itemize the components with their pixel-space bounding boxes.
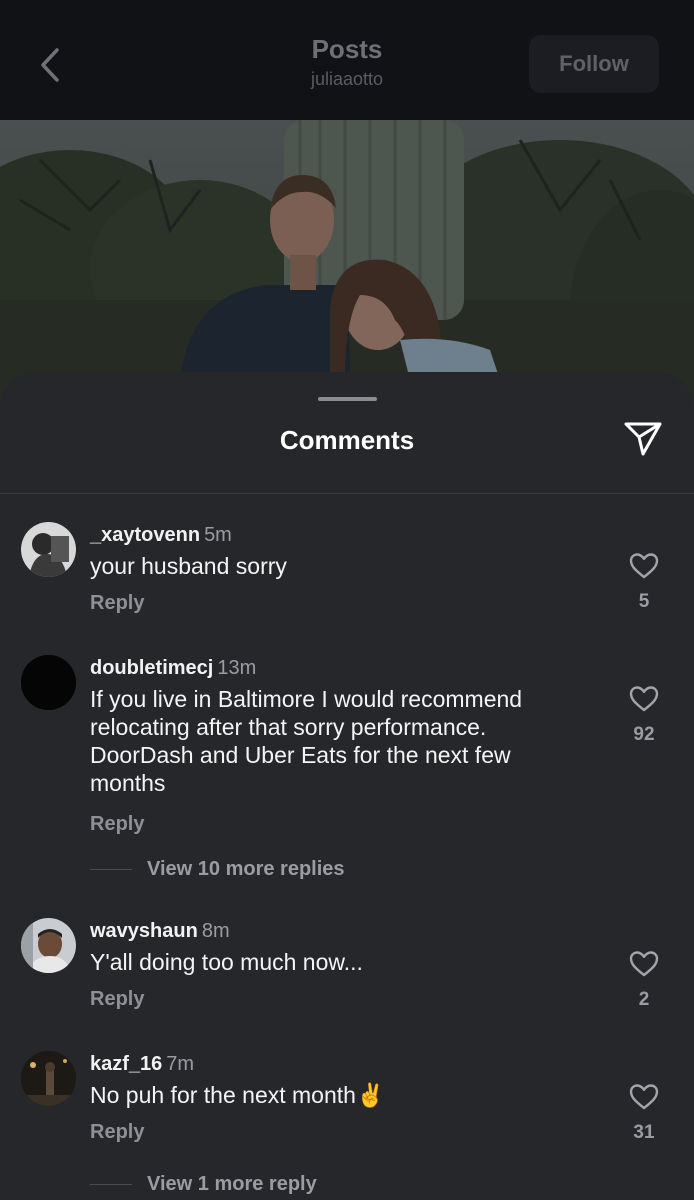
comment-header: _xaytovenn 5m — [90, 522, 590, 548]
like-count: 92 — [633, 724, 655, 745]
comment-time: 13m — [217, 657, 257, 679]
like-count: 2 — [638, 989, 650, 1010]
heart-outline-icon — [629, 553, 659, 579]
comment-text: your husband sorry — [90, 553, 287, 579]
avatar[interactable] — [21, 522, 76, 577]
sheet-drag-handle[interactable] — [318, 397, 377, 401]
comment-text: No puh for the next month✌️ — [90, 1082, 385, 1108]
comment-username[interactable]: _xaytovenn — [90, 524, 200, 546]
comment-header: kazf_16 7m — [90, 1051, 590, 1077]
avatar[interactable] — [21, 918, 76, 973]
comment-time: 7m — [166, 1053, 195, 1075]
comment-item: _xaytovenn 5m your husband sorry Reply 5 — [0, 522, 694, 632]
like-group: 31 — [624, 1083, 664, 1145]
view-more-replies-button[interactable]: View 10 more replies — [90, 855, 345, 883]
post-photo-image — [0, 120, 694, 410]
comment-time: 8m — [201, 920, 230, 942]
comments-title: Comments — [279, 425, 415, 455]
comment-time: 5m — [204, 524, 232, 546]
avatar[interactable] — [21, 655, 76, 710]
comment-username[interactable]: doubletimecj — [90, 657, 213, 679]
comment-item: kazf_16 7m No puh for the next month✌️ Re… — [0, 1051, 694, 1161]
comment-body: _xaytovenn 5m your husband sorry Reply — [90, 522, 590, 616]
avatar-image — [21, 655, 76, 710]
comment-body: wavyshaun 8m Y'all doing too much now... … — [90, 918, 590, 1012]
view-more-replies-label: View 10 more replies — [147, 857, 345, 880]
top-navigation-bar: Posts juliaaotto Follow — [0, 0, 694, 120]
like-button[interactable] — [624, 1083, 664, 1111]
post-comments-screen: Posts juliaaotto Follow Comments _xaytov… — [0, 0, 694, 1200]
like-count: 5 — [638, 591, 650, 612]
avatar-image — [21, 522, 76, 577]
reply-button[interactable]: Reply — [90, 986, 590, 1012]
reply-button[interactable]: Reply — [90, 1119, 590, 1145]
comment-body: doubletimecj 13m If you live in Baltimore… — [90, 655, 590, 837]
heart-outline-icon — [629, 686, 659, 712]
share-button[interactable] — [620, 416, 666, 462]
like-count: 31 — [633, 1122, 655, 1143]
avatar-image — [21, 1051, 76, 1106]
avatar-image — [21, 918, 76, 973]
header-divider — [0, 493, 694, 494]
heart-outline-icon — [629, 951, 659, 977]
replies-connector-line — [90, 868, 132, 870]
view-more-replies-button[interactable]: View 1 more reply — [90, 1170, 317, 1198]
like-group: 2 — [624, 950, 664, 1012]
comment-text: If you live in Baltimore I would recomme… — [90, 686, 523, 796]
comment-text: Y'all doing too much now... — [90, 949, 363, 975]
replies-connector-line — [90, 1183, 132, 1185]
avatar[interactable] — [21, 1051, 76, 1106]
reply-button[interactable]: Reply — [90, 590, 590, 616]
comment-header: doubletimecj 13m — [90, 655, 590, 681]
follow-button[interactable]: Follow — [529, 35, 659, 93]
like-button[interactable] — [624, 685, 664, 713]
comment-username[interactable]: wavyshaun — [90, 920, 198, 942]
comment-username[interactable]: kazf_16 — [90, 1053, 162, 1075]
comments-sheet: Comments _xaytovenn 5m your husband sorr… — [0, 372, 694, 1200]
comment-item: wavyshaun 8m Y'all doing too much now... … — [0, 918, 694, 1028]
comment-header: wavyshaun 8m — [90, 918, 590, 944]
heart-outline-icon — [629, 1084, 659, 1110]
view-more-replies-label: View 1 more reply — [147, 1172, 317, 1195]
post-photo — [0, 120, 694, 410]
like-button[interactable] — [624, 950, 664, 978]
like-group: 5 — [624, 552, 664, 614]
like-group: 92 — [624, 685, 664, 747]
reply-button[interactable]: Reply — [90, 811, 590, 837]
comment-body: kazf_16 7m No puh for the next month✌️ Re… — [90, 1051, 590, 1145]
paper-plane-icon — [624, 422, 662, 456]
like-button[interactable] — [624, 552, 664, 580]
